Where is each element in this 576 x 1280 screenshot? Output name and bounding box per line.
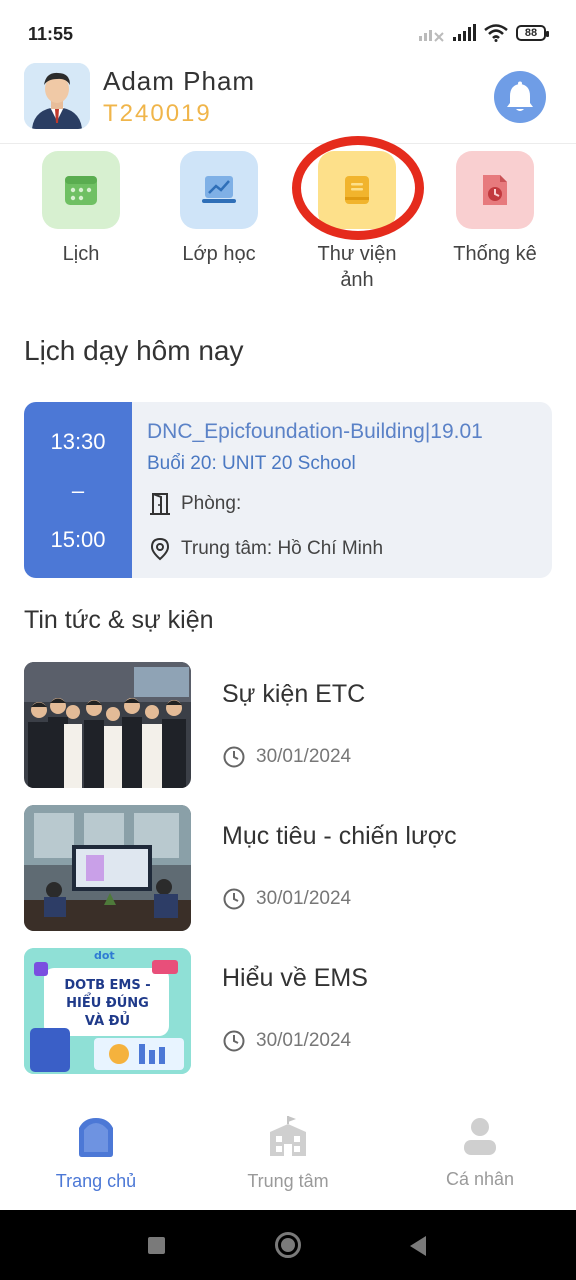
signal-off-icon [419,30,444,42]
news-section-title: Tin tức & sự kiện [24,606,214,634]
avatar[interactable] [24,63,90,129]
menu-item-schedule[interactable]: Lịch [21,151,141,267]
calendar-icon [65,176,97,205]
news-date-text: 30/01/2024 [256,1030,352,1051]
clock-icon [223,746,245,768]
news-date-text: 30/01/2024 [256,746,352,767]
schedule-class-name: DNC_Epicfoundation-Building|19.01 [147,420,483,443]
system-nav-bar [0,1210,576,1280]
school-building-icon [270,1116,306,1156]
menu-tile-statistics [456,151,534,229]
clock-icon [223,1030,245,1052]
news-title-event[interactable]: Sự kiện ETC [222,680,365,709]
header-divider [0,143,576,144]
notification-button[interactable] [494,71,546,123]
menu-label-statistics: Thống kê [453,243,537,265]
news-title-ems[interactable]: Hiểu về EMS [222,964,368,993]
banner-line-1: DOTB EMS - [64,978,151,993]
news-image-event[interactable] [24,662,191,788]
news-title-strategy[interactable]: Mục tiêu - chiến lược [222,822,457,851]
schedule-end-time: 15:00 [50,527,106,552]
nav-center[interactable]: Trung tâm [218,1114,358,1192]
schedule-lesson: Buổi 20: UNIT 20 School [147,453,356,474]
banner-line-2: HIỂU ĐÚNG [66,996,149,1011]
banner-brand: dot [94,949,115,962]
menu-tile-classes [180,151,258,229]
news-date-text: 30/01/2024 [256,888,352,909]
news-date-event: 30/01/2024 [222,745,351,769]
battery-icon: 88 [516,25,549,41]
status-icons: 88 [418,24,549,42]
user-name: Adam Pham [103,66,256,96]
news-date-ems: 30/01/2024 [222,1029,351,1053]
menu-label-classes: Lớp học [182,243,256,265]
location-pin-icon [150,537,170,561]
news-image-ems[interactable]: dot DOTB EMS - HIỂU ĐÚNG VÀ ĐỦ [24,948,191,1074]
banner-line-3: VÀ ĐỦ [84,1014,131,1029]
bottom-navigation: Trang chủ Trung tâm Cá nhân [0,1100,576,1210]
news-image-strategy[interactable] [24,805,191,931]
user-icon [464,1118,496,1155]
highlight-circle [292,136,424,240]
nav-label-profile: Cá nhân [445,1169,515,1189]
schedule-section-title: Lịch dạy hôm nay [24,335,244,366]
menu-label-photo-library: Thư viện ảnh [317,243,397,291]
menu-item-classes[interactable]: Lớp học [159,151,279,267]
nav-profile[interactable]: Cá nhân [410,1116,550,1190]
back-button-icon[interactable] [408,1235,428,1257]
door-icon [150,493,170,515]
nav-label-center: Trung tâm [247,1171,329,1191]
menu-item-statistics[interactable]: Thống kê [435,151,555,267]
schedule-time-block: 13:30 – 15:00 [24,402,132,578]
schedule-card[interactable]: 13:30 – 15:00 DNC_Epicfoundation-Buildin… [24,402,552,578]
menu-tile-schedule [42,151,120,229]
schedule-room: Phòng: [149,492,241,516]
nav-label-home: Trang chủ [55,1171,137,1191]
news-date-strategy: 30/01/2024 [222,887,351,911]
clock-icon [223,888,245,910]
schedule-center: Trung tâm: Hồ Chí Minh [149,537,383,561]
report-icon [483,175,507,205]
bell-icon [507,81,533,111]
home-button-icon[interactable] [275,1232,301,1258]
signal-icon [453,24,476,41]
status-time: 11:55 [28,24,74,44]
schedule-center-label: Trung tâm: Hồ Chí Minh [181,538,384,559]
schedule-room-label: Phòng: [181,493,242,514]
user-code: T240019 [103,100,212,127]
chart-screen-icon [202,176,236,203]
recents-button-icon[interactable] [148,1237,165,1254]
home-icon [79,1118,113,1157]
menu-label-schedule: Lịch [62,243,100,265]
schedule-start-time: 13:30 [50,429,106,454]
schedule-time-separator: – [71,478,85,503]
wifi-icon [484,24,508,42]
nav-home[interactable]: Trang chủ [26,1116,166,1192]
